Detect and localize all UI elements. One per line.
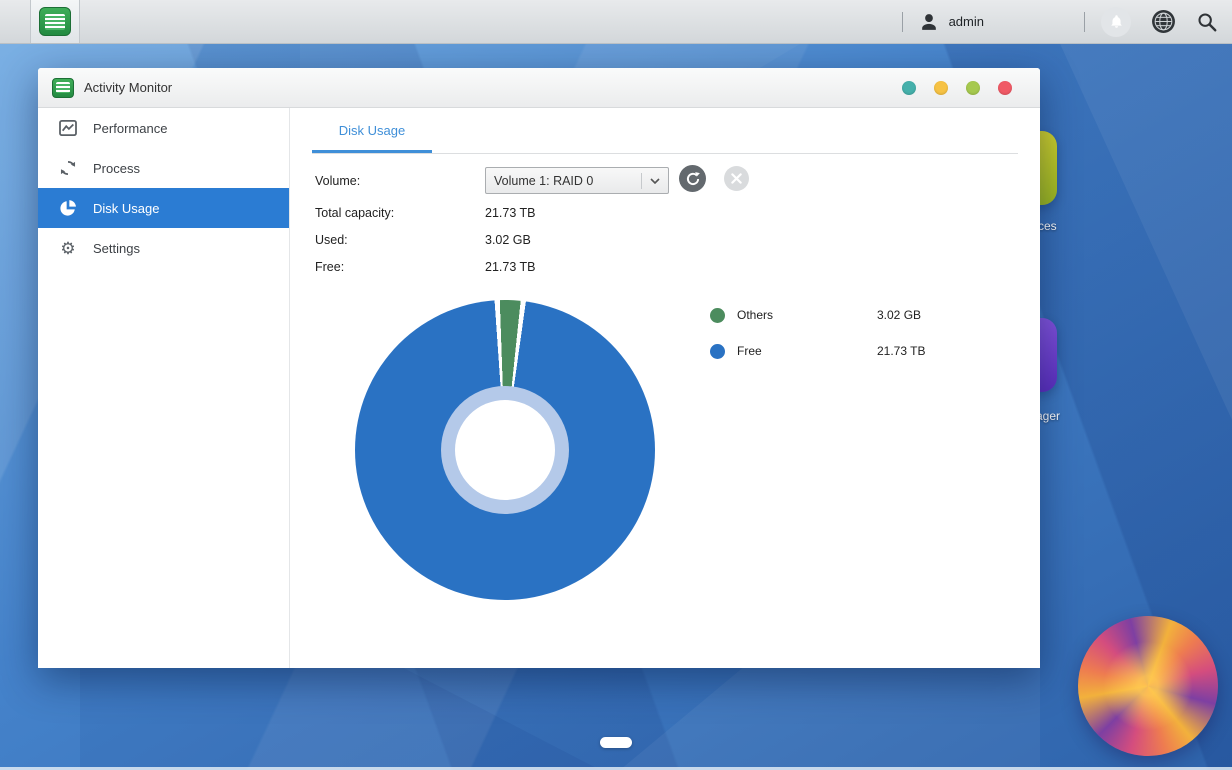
- window-title: Activity Monitor: [84, 80, 172, 95]
- stat-total-capacity: Total capacity:21.73 TB: [315, 204, 536, 222]
- tab-disk-usage[interactable]: Disk Usage: [312, 108, 432, 153]
- stat-label: Used:: [315, 233, 485, 247]
- activity-monitor-icon: [39, 7, 71, 36]
- globe-icon: [1151, 9, 1176, 34]
- stat-value: 3.02 GB: [485, 233, 531, 247]
- sidebar-item-label: Settings: [93, 241, 140, 256]
- refresh-button[interactable]: [679, 165, 706, 192]
- window-controls: [902, 81, 1012, 95]
- stat-label: Total capacity:: [315, 206, 485, 220]
- legend-value: 21.73 TB: [877, 344, 925, 358]
- taskbar-reveal-handle[interactable]: [600, 737, 632, 748]
- stat-value: 21.73 TB: [485, 206, 536, 220]
- refresh-icon: [685, 171, 701, 187]
- stat-value: 21.73 TB: [485, 260, 536, 274]
- sidebar-item-disk-usage[interactable]: Disk Usage: [38, 188, 289, 228]
- activity-monitor-icon: [52, 78, 74, 98]
- sidebar-item-settings[interactable]: ⚙ Settings: [38, 228, 289, 268]
- app-icon-screen: [45, 14, 65, 30]
- window-control-red[interactable]: [998, 81, 1012, 95]
- taskbar-app-activity-monitor[interactable]: [30, 0, 80, 43]
- window-control-teal[interactable]: [902, 81, 916, 95]
- taskbar-right: admin: [902, 0, 1218, 43]
- background-facet: [1040, 0, 1232, 420]
- gear-icon: ⚙: [58, 240, 78, 257]
- pie-chart-icon: [58, 199, 78, 217]
- legend-color-others: [710, 308, 725, 323]
- sync-arrows-icon: [58, 159, 78, 177]
- chart-legend: Others 3.02 GB Free 21.73 TB: [710, 304, 990, 376]
- activity-monitor-window: Activity Monitor Performance: [38, 68, 1040, 668]
- search-icon: [1196, 11, 1218, 33]
- stat-used: Used:3.02 GB: [315, 231, 531, 249]
- window-control-green[interactable]: [966, 81, 980, 95]
- taskbar: admin: [0, 0, 1232, 44]
- sidebar: Performance Process Disk Usage: [38, 108, 290, 668]
- disk-usage-donut: [355, 300, 655, 600]
- window-control-yellow[interactable]: [934, 81, 948, 95]
- tab-bar: Disk Usage: [312, 108, 1018, 154]
- legend-item-others: Others 3.02 GB: [710, 304, 990, 326]
- sidebar-item-process[interactable]: Process: [38, 148, 289, 188]
- legend-label: Others: [737, 308, 877, 322]
- language-button[interactable]: [1151, 9, 1176, 34]
- volume-selected-value: Volume 1: RAID 0: [494, 174, 593, 188]
- app-icon-screen: [56, 82, 70, 93]
- legend-value: 3.02 GB: [877, 308, 921, 322]
- search-button[interactable]: [1196, 11, 1218, 33]
- brand-logo: [1078, 616, 1218, 756]
- close-icon: [731, 173, 742, 184]
- window-titlebar[interactable]: Activity Monitor: [38, 68, 1040, 108]
- user-icon[interactable]: [919, 12, 939, 32]
- sidebar-item-label: Performance: [93, 121, 167, 136]
- stat-free: Free:21.73 TB: [315, 258, 536, 276]
- user-name[interactable]: admin: [949, 14, 984, 29]
- taskbar-divider: [902, 12, 903, 32]
- volume-select[interactable]: Volume 1: RAID 0: [485, 167, 669, 194]
- notifications-button[interactable]: [1101, 7, 1131, 37]
- clear-button[interactable]: [724, 166, 749, 191]
- bell-icon: [1109, 14, 1124, 29]
- stat-label: Free:: [315, 260, 485, 274]
- legend-color-free: [710, 344, 725, 359]
- legend-item-free: Free 21.73 TB: [710, 340, 990, 362]
- chevron-down-icon: [641, 173, 660, 189]
- main-panel: Disk Usage Volume: Volume 1: RAID 0 Tota…: [290, 108, 1040, 668]
- sidebar-item-label: Process: [93, 161, 140, 176]
- donut-center: [455, 400, 555, 500]
- performance-chart-icon: [58, 120, 78, 136]
- sidebar-item-performance[interactable]: Performance: [38, 108, 289, 148]
- volume-label: Volume:: [315, 174, 360, 188]
- desktop-icon-label-partial[interactable]: ces: [1038, 219, 1057, 233]
- legend-label: Free: [737, 344, 877, 358]
- taskbar-divider: [1084, 12, 1085, 32]
- sidebar-item-label: Disk Usage: [93, 201, 159, 216]
